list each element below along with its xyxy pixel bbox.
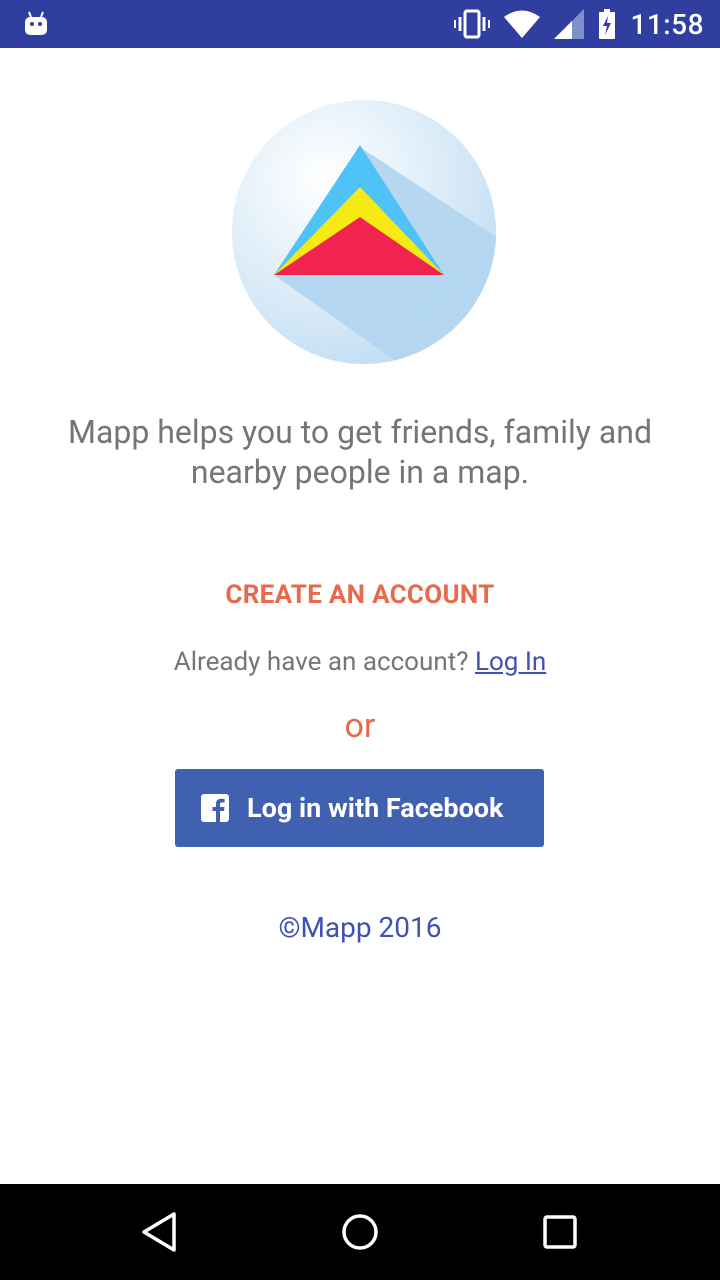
facebook-login-button[interactable]: Log in with Facebook	[175, 769, 544, 847]
recent-apps-icon[interactable]	[536, 1208, 584, 1256]
home-icon[interactable]	[336, 1208, 384, 1256]
facebook-icon	[201, 794, 229, 822]
mapp-logo-icon	[232, 100, 496, 364]
already-have-account: Already have an account? Log In	[60, 644, 660, 680]
create-account-button[interactable]: CREATE AN ACCOUNT	[160, 574, 560, 616]
status-time: 11:58	[630, 7, 704, 41]
android-icon	[25, 11, 47, 35]
status-bar: 11:58	[0, 0, 720, 48]
or-separator: or	[344, 706, 376, 746]
login-link[interactable]: Log In	[475, 647, 546, 677]
wifi-icon	[504, 10, 541, 38]
back-icon[interactable]	[136, 1208, 184, 1256]
cell-signal-icon	[554, 9, 585, 39]
tagline: Mapp helps you to get friends, family an…	[68, 413, 652, 491]
app-logo	[224, 92, 504, 372]
vibrate-icon	[454, 9, 491, 39]
battery-charging-icon	[599, 9, 616, 39]
already-account-text: Already have an account?	[173, 647, 469, 677]
navigation-bar	[0, 1184, 720, 1280]
facebook-login-label: Log in with Facebook	[247, 792, 504, 824]
copyright-text: ©Mapp 2016	[278, 911, 442, 944]
